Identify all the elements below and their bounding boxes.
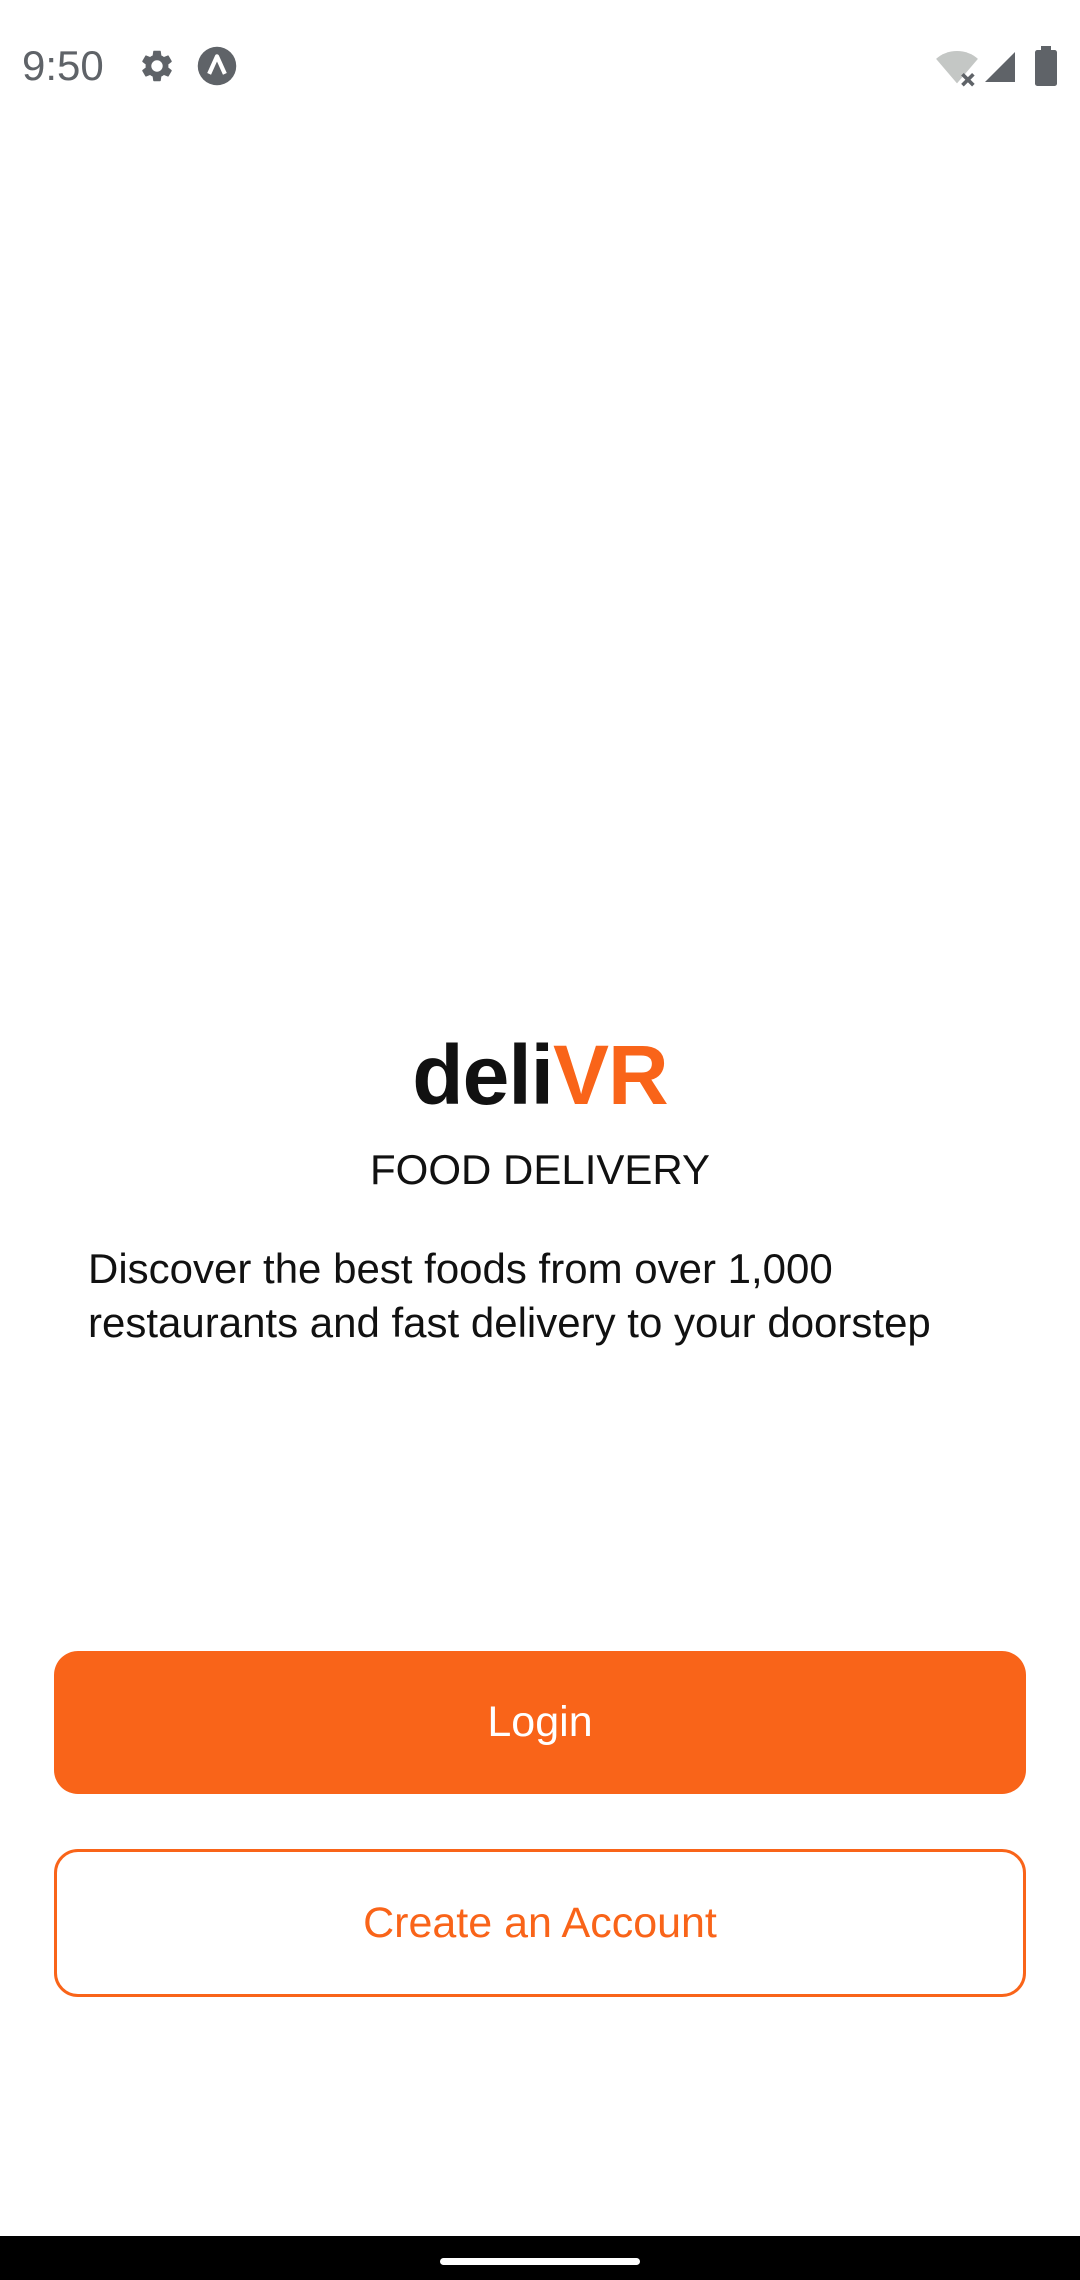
- battery-icon: [1035, 46, 1057, 86]
- logo-accent: VR: [553, 1028, 669, 1122]
- status-bar: 9:50: [0, 0, 1080, 134]
- cell-signal-icon: [985, 52, 1015, 82]
- app-logo: deliVR: [0, 1020, 1080, 1130]
- logo-prefix: deli: [412, 1028, 554, 1122]
- app-notification-icon: [197, 46, 237, 86]
- tagline: FOOD DELIVERY: [370, 1146, 710, 1193]
- status-time: 9:50: [22, 42, 104, 89]
- home-gesture-handle[interactable]: [440, 2258, 640, 2265]
- create-account-button[interactable]: Create an Account: [54, 1849, 1026, 1997]
- wifi-off-icon: [936, 51, 978, 87]
- settings-gear-icon: [142, 50, 172, 82]
- login-button[interactable]: Login: [54, 1651, 1026, 1794]
- description-text: Discover the best foods from over 1,000 …: [88, 1245, 931, 1346]
- navigation-bar: [0, 2236, 1080, 2280]
- welcome-screen: 9:50 deliVR FOOD DELIVERY Discover the b…: [0, 0, 1080, 2280]
